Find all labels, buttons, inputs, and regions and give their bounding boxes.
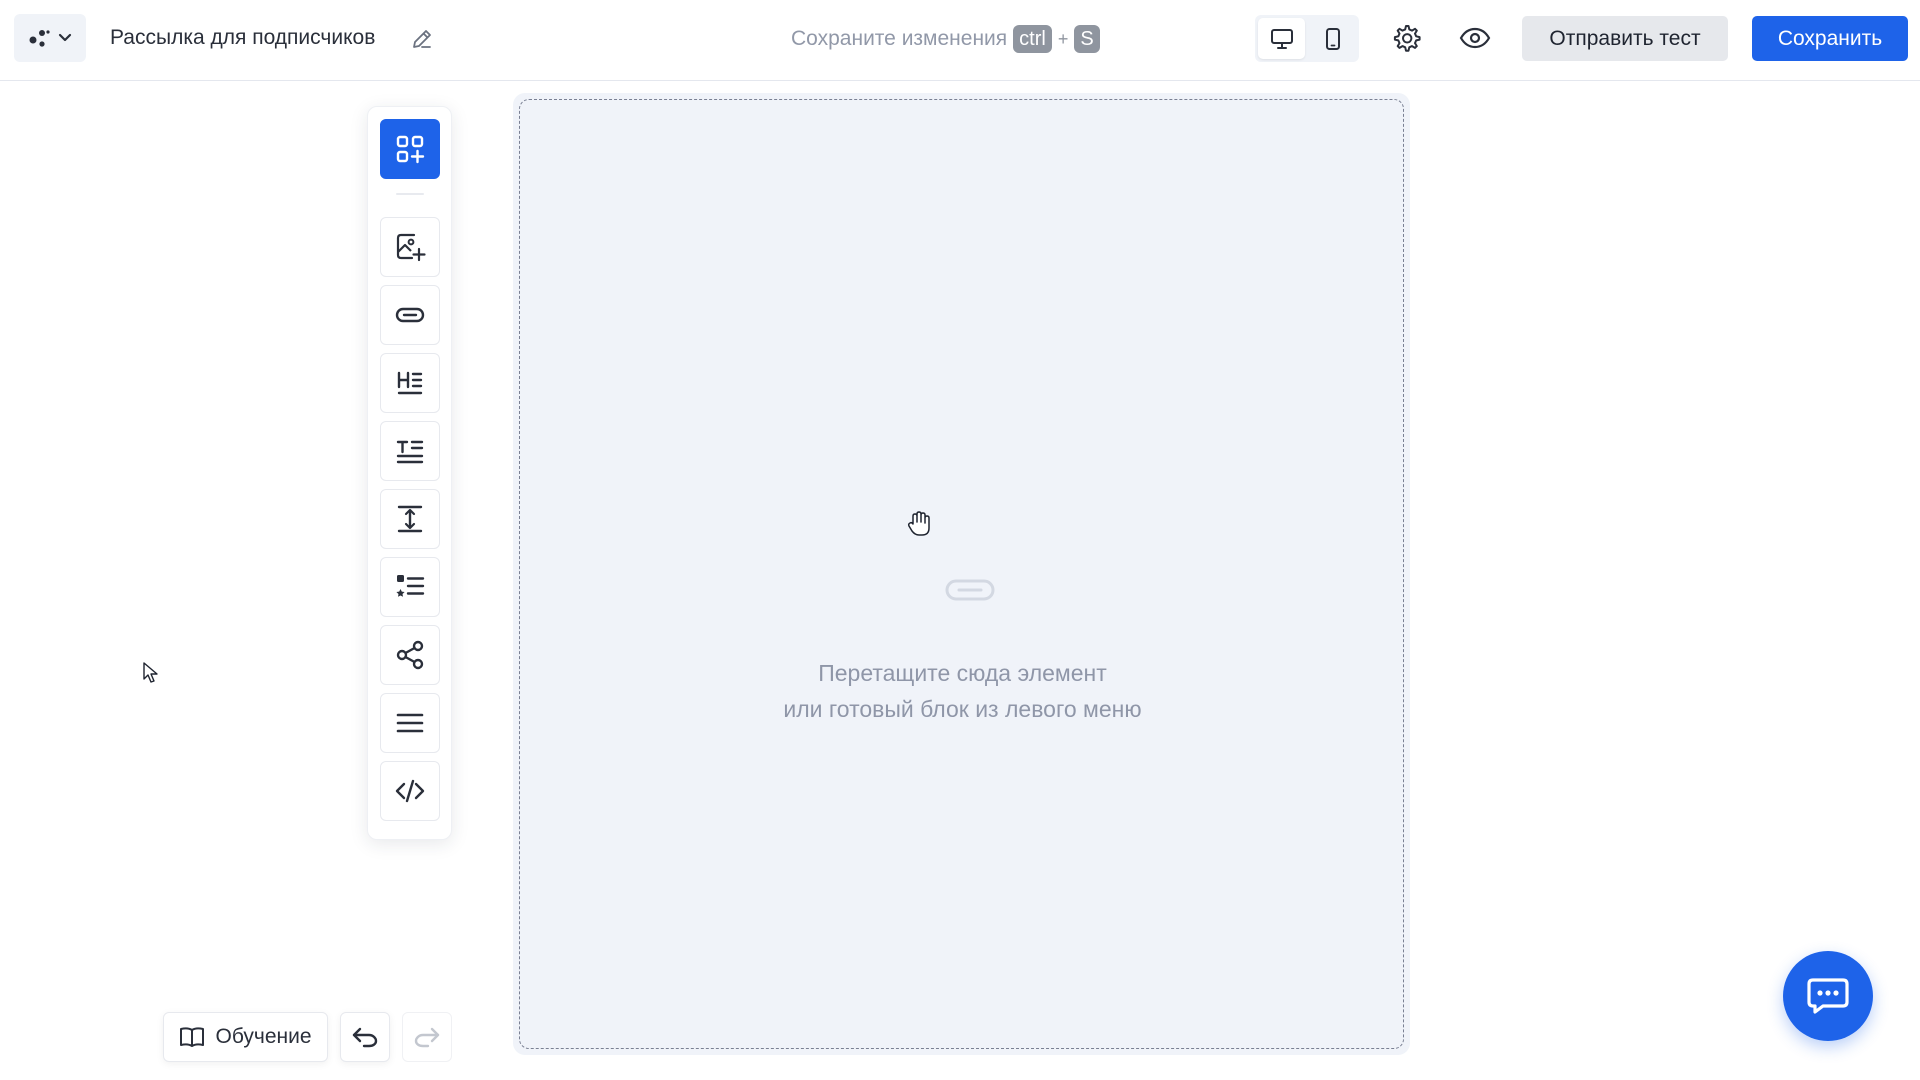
image-element-button[interactable]: [380, 217, 440, 277]
spacer-icon: [397, 505, 423, 533]
undo-button[interactable]: [340, 1012, 390, 1062]
save-hint: Сохраните изменения ctrl + S: [791, 22, 1100, 56]
drop-hint-line-1: Перетащите сюда элемент: [818, 660, 1107, 686]
heading-icon: [397, 371, 423, 395]
button-placeholder-icon: [945, 579, 995, 601]
drop-hint-line-2: или готовый блок из левого меню: [783, 696, 1142, 722]
chevron-down-icon: [58, 33, 72, 42]
code-element-button[interactable]: [380, 761, 440, 821]
key-plus: +: [1057, 28, 1069, 49]
document-title[interactable]: Рассылка для подписчиков: [110, 26, 375, 50]
redo-icon: [414, 1027, 440, 1048]
arrow-cursor-icon: [143, 662, 158, 683]
email-canvas[interactable]: Перетащите сюда элемент или готовый блок…: [513, 93, 1410, 1055]
social-share-icon: [396, 640, 424, 670]
send-test-button[interactable]: Отправить тест: [1522, 16, 1728, 61]
eye-icon: [1459, 27, 1491, 49]
learning-label: Обучение: [215, 1025, 312, 1048]
spacer-element-button[interactable]: [380, 489, 440, 549]
learning-button[interactable]: Обучение: [163, 1012, 328, 1062]
preview-button[interactable]: [1455, 18, 1495, 58]
image-add-icon: [396, 233, 426, 262]
phone-icon: [1325, 27, 1340, 50]
hand-cursor-icon: [907, 511, 930, 536]
key-s: S: [1074, 25, 1100, 53]
pencil-icon[interactable]: [408, 25, 436, 53]
gear-icon: [1393, 25, 1421, 52]
social-element-button[interactable]: [380, 625, 440, 685]
add-blocks-button[interactable]: [380, 119, 440, 179]
mobile-view-button[interactable]: [1309, 18, 1356, 59]
settings-button[interactable]: [1386, 18, 1426, 58]
app-logo-icon: [29, 30, 50, 47]
divider-element-button[interactable]: [380, 693, 440, 753]
add-blocks-icon: [396, 135, 425, 164]
text-icon: [396, 440, 424, 464]
heading-element-button[interactable]: [380, 353, 440, 413]
code-icon: [395, 779, 425, 803]
elements-toolbar: [367, 106, 452, 840]
list-icon: [396, 575, 425, 597]
undo-icon: [352, 1027, 378, 1048]
desktop-view-button[interactable]: [1258, 18, 1305, 59]
save-hint-text: Сохраните изменения: [791, 27, 1008, 50]
drop-zone[interactable]: Перетащите сюда элемент или готовый блок…: [519, 99, 1404, 1049]
redo-button[interactable]: [402, 1012, 452, 1062]
support-chat-button[interactable]: [1783, 951, 1873, 1041]
chat-bubble-icon: [1807, 978, 1849, 1014]
app-menu-button[interactable]: [14, 14, 86, 62]
monitor-icon: [1270, 28, 1293, 49]
key-ctrl: ctrl: [1013, 25, 1052, 53]
toolbar-divider: [396, 193, 424, 195]
device-toggle: [1255, 15, 1359, 62]
divider-icon: [396, 713, 424, 733]
button-element-button[interactable]: [380, 285, 440, 345]
book-icon: [180, 1027, 205, 1047]
list-element-button[interactable]: [380, 557, 440, 617]
button-icon: [395, 307, 425, 323]
text-element-button[interactable]: [380, 421, 440, 481]
save-button[interactable]: Сохранить: [1752, 16, 1908, 61]
top-bar: Рассылка для подписчиков Сохраните измен…: [0, 0, 1920, 81]
